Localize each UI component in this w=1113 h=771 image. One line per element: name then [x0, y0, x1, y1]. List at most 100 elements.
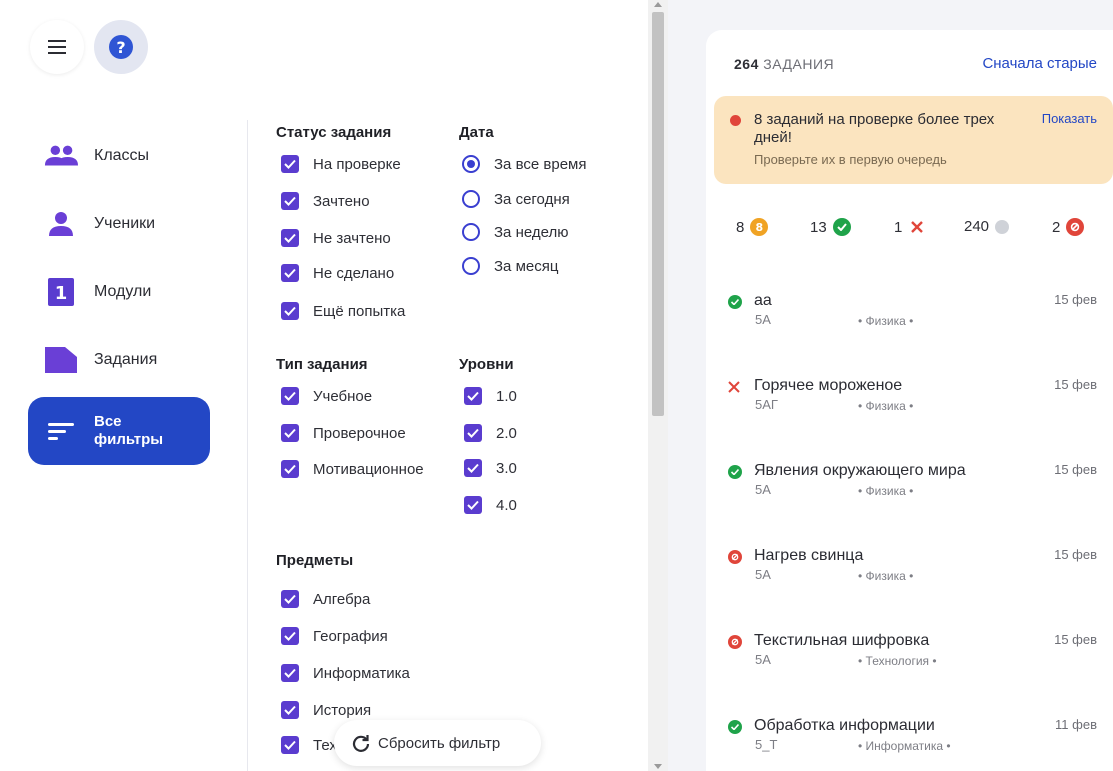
task-row[interactable]: Текстильная шифровка 5А • Технология • 1… [728, 630, 1100, 674]
nav-label-students: Ученики [94, 215, 156, 232]
type-filter-title: Тип задания [276, 356, 368, 373]
scroll-down-icon[interactable] [654, 764, 662, 769]
assignments-icon [44, 343, 78, 377]
level-option[interactable]: 2.0 [464, 421, 517, 445]
sort-button[interactable]: Сначала старые [982, 55, 1097, 72]
checkbox-checked-icon [281, 664, 299, 682]
task-row[interactable]: Явления окружающего мира 5А • Физика • 1… [728, 460, 1100, 504]
status-option[interactable]: Не зачтено [281, 226, 391, 250]
subject-option[interactable]: Информатика [281, 661, 410, 685]
date-filter-title: Дата [459, 124, 494, 141]
level-option[interactable]: 3.0 [464, 456, 517, 480]
passed-icon [728, 465, 742, 479]
checkbox-checked-icon [281, 387, 299, 405]
reset-icon [352, 735, 370, 752]
stat-review[interactable]: 8 8 [736, 218, 769, 236]
status-filter-title: Статус задания [276, 124, 392, 141]
checkbox-checked-icon [281, 302, 299, 320]
checkbox-checked-icon [281, 264, 299, 282]
passed-icon [728, 720, 742, 734]
checkbox-checked-icon [464, 496, 482, 514]
warning-subtitle: Проверьте их в первую очередь [754, 152, 947, 167]
failed-icon [728, 380, 742, 394]
date-option[interactable]: За месяц [462, 254, 558, 278]
pending-icon [995, 219, 1010, 234]
radio-icon [462, 223, 480, 241]
student-icon [44, 207, 78, 241]
checkbox-checked-icon [281, 627, 299, 645]
status-stats: 8 8 13 1 240 2 [736, 218, 1096, 242]
subject-option[interactable]: География [281, 624, 388, 648]
retry-icon [728, 550, 742, 564]
stat-failed[interactable]: 1 [894, 218, 926, 236]
nav-item-modules[interactable]: 1 Модули [28, 258, 210, 326]
type-option[interactable]: Учебное [281, 384, 372, 408]
scroll-thumb[interactable] [652, 12, 664, 416]
nav-item-all-filters[interactable]: Все фильтры [28, 397, 210, 465]
date-option[interactable]: За сегодня [462, 187, 570, 211]
nav-item-students[interactable]: Ученики [28, 190, 210, 258]
modules-icon: 1 [44, 275, 78, 309]
retry-icon [728, 635, 742, 649]
radio-icon [462, 190, 480, 208]
overdue-warning-banner: 8 заданий на проверке более трех дней! П… [714, 96, 1113, 184]
checkbox-checked-icon [281, 424, 299, 442]
nav-item-classes[interactable]: Классы [28, 122, 210, 190]
status-option[interactable]: Зачтено [281, 189, 370, 213]
reset-filter-label: Сбросить фильтр [378, 734, 501, 752]
review-icon: 8 [750, 218, 769, 236]
status-option[interactable]: На проверке [281, 152, 401, 176]
reset-filter-button[interactable]: Сбросить фильтр [334, 720, 541, 766]
check-icon [832, 218, 851, 236]
level-option[interactable]: 4.0 [464, 493, 517, 517]
task-row[interactable]: аа 5А • Физика • 15 фев [728, 290, 1100, 334]
checkbox-checked-icon [281, 229, 299, 247]
status-option[interactable]: Не сделано [281, 261, 394, 285]
checkbox-checked-icon [464, 424, 482, 442]
nav-label-assignments: Задания [94, 351, 158, 368]
task-row[interactable]: Обработка информации 5_Т • Информатика •… [728, 715, 1100, 759]
passed-icon [728, 295, 742, 309]
level-option[interactable]: 1.0 [464, 384, 517, 408]
checkbox-checked-icon [281, 736, 299, 754]
checkbox-checked-icon [281, 460, 299, 478]
nav-item-assignments[interactable]: Задания [28, 326, 210, 394]
nav-label-all-filters: Все фильтры [94, 413, 164, 448]
task-row[interactable]: Горячее мороженое 5АГ • Физика • 15 фев [728, 375, 1100, 419]
task-row[interactable]: Нагрев свинца 5А • Физика • 15 фев [728, 545, 1100, 589]
redo-icon [1066, 218, 1085, 236]
filter-icon [44, 414, 78, 448]
menu-button[interactable] [30, 20, 84, 74]
radio-icon [462, 257, 480, 275]
subject-option[interactable]: Алгебра [281, 587, 370, 611]
show-overdue-button[interactable]: Показать [1042, 111, 1097, 126]
checkbox-checked-icon [281, 701, 299, 719]
filters-panel: ? Классы Ученики 1 Модули Задания Все фи… [0, 0, 648, 771]
warning-title: 8 заданий на проверке более трех дней! [754, 111, 995, 146]
help-icon: ? [109, 35, 133, 59]
stat-not-done[interactable]: 240 [964, 218, 1010, 235]
stat-passed[interactable]: 13 [810, 218, 851, 236]
type-option[interactable]: Мотивационное [281, 457, 424, 481]
cross-icon [908, 218, 926, 236]
checkbox-checked-icon [464, 459, 482, 477]
date-option[interactable]: За неделю [462, 220, 568, 244]
scrollbar[interactable] [648, 0, 668, 771]
stat-retry[interactable]: 2 [1052, 218, 1085, 236]
help-button[interactable]: ? [94, 20, 148, 74]
type-option[interactable]: Проверочное [281, 421, 406, 445]
hamburger-icon [48, 40, 66, 54]
sidebar-nav: Классы Ученики 1 Модули Задания Все филь… [28, 122, 210, 465]
tasks-panel: 264 ЗАДАНИЯ Сначала старые 8 заданий на … [706, 30, 1113, 771]
alert-icon [730, 115, 741, 126]
nav-label-modules: Модули [94, 283, 152, 300]
panel-divider [247, 120, 248, 771]
status-option[interactable]: Ещё попытка [281, 299, 405, 323]
subject-option[interactable]: Тех [281, 733, 337, 757]
subject-option[interactable]: История [281, 698, 371, 722]
checkbox-checked-icon [281, 155, 299, 173]
subjects-filter-title: Предметы [276, 552, 354, 569]
date-option[interactable]: За все время [462, 152, 586, 176]
checkbox-checked-icon [281, 590, 299, 608]
scroll-up-icon[interactable] [654, 2, 662, 7]
